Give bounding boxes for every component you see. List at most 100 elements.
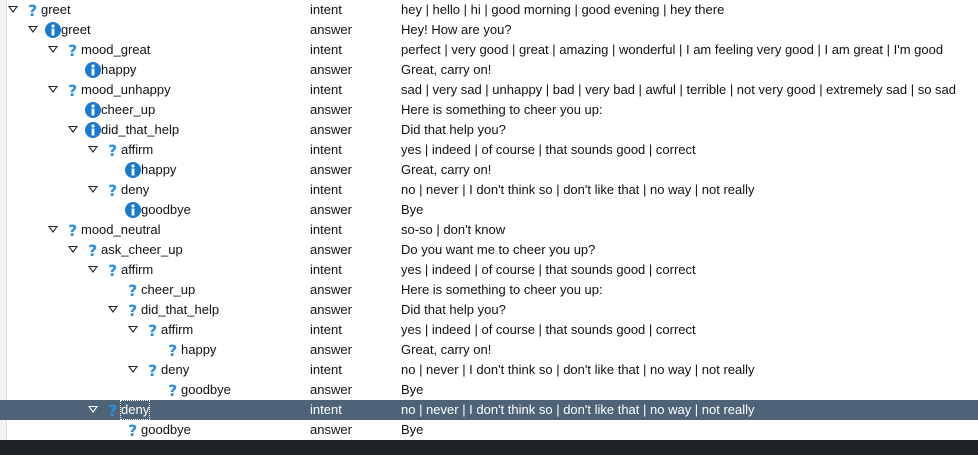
tree-row[interactable]: ? affirm intent yes | indeed | of course | … — [0, 140, 978, 160]
node-type: answer — [310, 102, 352, 117]
node-type: intent — [310, 322, 342, 337]
node-name[interactable]: did_that_help — [100, 120, 180, 140]
tree-row[interactable]: ? deny intent no | never | I don't think so… — [0, 360, 978, 380]
node-name[interactable]: mood_neutral — [80, 220, 162, 240]
expand-toggle-icon[interactable] — [48, 86, 58, 93]
tree-row[interactable]: goodbye answer Bye — [0, 200, 978, 220]
tree-row[interactable]: did_that_help answer Did that help you? — [0, 120, 978, 140]
node-text: perfect | very good | great | amazing | … — [401, 42, 944, 57]
svg-text:?: ? — [168, 381, 177, 399]
svg-text:?: ? — [108, 181, 117, 199]
node-type: answer — [310, 382, 352, 397]
expand-toggle-icon[interactable] — [108, 306, 118, 313]
node-name[interactable]: deny — [120, 400, 151, 420]
tree-row[interactable]: ? did_that_help answer Did that help you? — [0, 300, 978, 320]
node-name[interactable]: mood_unhappy — [80, 80, 172, 100]
expand-toggle-icon[interactable] — [48, 226, 58, 233]
node-type: answer — [310, 342, 352, 357]
tree-row[interactable]: ? cheer_up answer Here is something to chee… — [0, 280, 978, 300]
node-type: answer — [310, 162, 352, 177]
node-type: answer — [310, 22, 352, 37]
tree-row[interactable]: cheer_up answer Here is something to cheer… — [0, 100, 978, 120]
svg-text:?: ? — [148, 361, 157, 379]
node-type: intent — [310, 222, 342, 237]
node-name[interactable]: happy — [100, 60, 137, 80]
expand-toggle-icon[interactable] — [88, 146, 98, 153]
svg-text:?: ? — [128, 281, 137, 299]
tree-row[interactable]: ? deny intent no | never | I don't think so… — [0, 180, 978, 200]
node-name[interactable]: affirm — [120, 260, 154, 280]
bottom-panel-edge — [0, 440, 978, 455]
node-name[interactable]: affirm — [120, 140, 154, 160]
node-text: sad | very sad | unhappy | bad | very ba… — [401, 82, 957, 97]
tree-row[interactable]: ? happy answer Great, carry on! — [0, 340, 978, 360]
node-name[interactable]: did_that_help — [140, 300, 220, 320]
tree-row[interactable]: ? ask_cheer_up answer Do you want me to che… — [0, 240, 978, 260]
tree-row[interactable]: greet answer Hey! How are you? — [0, 20, 978, 40]
node-name[interactable]: goodbye — [140, 200, 192, 220]
expand-toggle-icon[interactable] — [68, 246, 78, 253]
node-type: intent — [310, 402, 342, 417]
node-name[interactable]: cheer_up — [140, 280, 196, 300]
tree-row[interactable]: ? affirm intent yes | indeed | of course | … — [0, 320, 978, 340]
node-name[interactable]: goodbye — [180, 380, 232, 400]
node-name[interactable]: deny — [120, 180, 150, 200]
expand-toggle-icon[interactable] — [28, 26, 38, 33]
svg-text:?: ? — [168, 341, 177, 359]
node-name[interactable]: ask_cheer_up — [100, 240, 184, 260]
node-text: Do you want me to cheer you up? — [401, 242, 596, 257]
node-name[interactable]: happy — [180, 340, 217, 360]
expand-toggle-icon[interactable] — [128, 326, 138, 333]
node-text: Great, carry on! — [401, 62, 492, 77]
tree-row[interactable]: ? mood_great intent perfect | very good | g… — [0, 40, 978, 60]
tree-row[interactable]: happy answer Great, carry on! — [0, 60, 978, 80]
tree-row[interactable]: ? mood_unhappy intent sad | very sad | unha… — [0, 80, 978, 100]
node-text: hey | hello | hi | good morning | good e… — [401, 2, 725, 17]
node-name[interactable]: cheer_up — [100, 100, 156, 120]
svg-text:?: ? — [68, 81, 77, 99]
node-type: answer — [310, 242, 352, 257]
svg-text:?: ? — [148, 321, 157, 339]
svg-text:?: ? — [108, 261, 117, 279]
node-text: Here is something to cheer you up: — [401, 282, 603, 297]
tree-row[interactable]: ? mood_neutral intent so-so | don't know — [0, 220, 978, 240]
node-text: yes | indeed | of course | that sounds g… — [401, 322, 696, 337]
node-text: no | never | I don't think so | don't li… — [401, 402, 755, 417]
node-text: yes | indeed | of course | that sounds g… — [401, 142, 696, 157]
tree-row[interactable]: ? goodbye answer Bye — [0, 420, 978, 440]
node-text: Great, carry on! — [401, 342, 492, 357]
expand-toggle-icon[interactable] — [88, 266, 98, 273]
svg-text:?: ? — [68, 41, 77, 59]
node-text: so-so | don't know — [401, 222, 506, 237]
node-name[interactable]: greet — [60, 20, 92, 40]
expand-toggle-icon[interactable] — [68, 126, 78, 133]
tree-row[interactable]: ? deny intent no | never | I don't think so… — [0, 400, 978, 420]
tree-row[interactable]: ? goodbye answer Bye — [0, 380, 978, 400]
expand-toggle-icon[interactable] — [48, 46, 58, 53]
node-text: Here is something to cheer you up: — [401, 102, 603, 117]
expand-toggle-icon[interactable] — [8, 6, 18, 13]
expand-toggle-icon[interactable] — [128, 366, 138, 373]
node-name[interactable]: goodbye — [140, 420, 192, 440]
node-text: yes | indeed | of course | that sounds g… — [401, 262, 696, 277]
node-type: intent — [310, 82, 342, 97]
tree-row[interactable]: ? affirm intent yes | indeed | of course | … — [0, 260, 978, 280]
node-text: Bye — [401, 422, 424, 437]
node-text: Did that help you? — [401, 122, 506, 137]
node-type: answer — [310, 422, 352, 437]
tree-row[interactable]: ? greet intent hey | hello | hi | good morn… — [0, 0, 978, 20]
node-name[interactable]: affirm — [160, 320, 194, 340]
node-name[interactable]: mood_great — [80, 40, 151, 60]
expand-toggle-icon[interactable] — [88, 186, 98, 193]
dialogue-tree: ? greet intent hey | hello | hi | good morn… — [0, 0, 978, 440]
tree-row[interactable]: happy answer Great, carry on! — [0, 160, 978, 180]
node-name[interactable]: happy — [140, 160, 177, 180]
svg-text:?: ? — [28, 1, 37, 19]
node-type: intent — [310, 42, 342, 57]
node-name[interactable]: greet — [40, 0, 72, 20]
node-text: Did that help you? — [401, 302, 506, 317]
node-name[interactable]: deny — [160, 360, 190, 380]
svg-text:?: ? — [88, 241, 97, 259]
node-type: answer — [310, 62, 352, 77]
expand-toggle-icon[interactable] — [88, 406, 98, 413]
